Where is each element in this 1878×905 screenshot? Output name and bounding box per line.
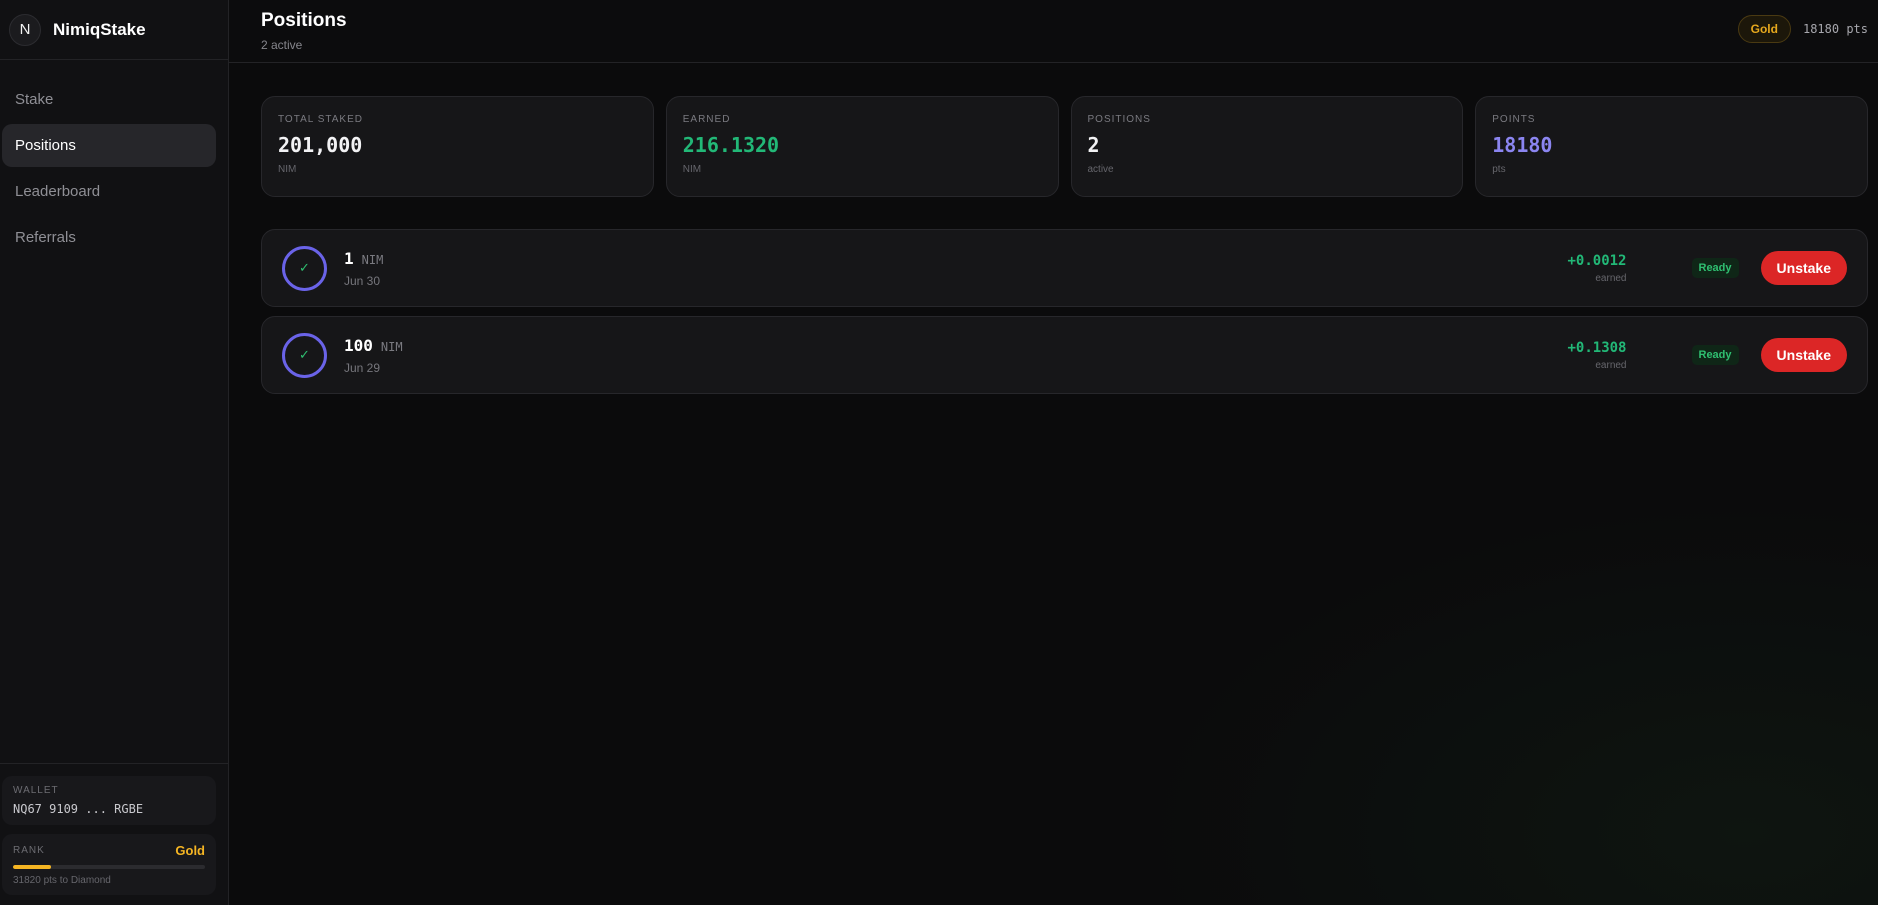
brand[interactable]: N NimiqStake <box>0 0 228 60</box>
topbar: Positions 2 active Gold 18180 pts <box>229 0 1878 63</box>
tier-badge: Gold <box>1737 15 1791 43</box>
unstake-button[interactable]: Unstake <box>1760 338 1847 372</box>
rank-header: RANK Gold <box>13 843 205 858</box>
stat-value: 201,000 <box>278 133 363 157</box>
position-earned: +0.0012 earned <box>1567 253 1626 284</box>
position-row: ✓ 1 NIM Jun 30 +0.0012 earned Ready Unst… <box>261 229 1868 307</box>
stat-unit: NIM <box>682 164 702 175</box>
unstake-button[interactable]: Unstake <box>1760 251 1847 285</box>
sidebar-footer: WALLET NQ67 9109 ... RGBE RANK Gold 3182… <box>0 763 228 905</box>
check-icon: ✓ <box>282 245 327 291</box>
stat-card-earned: EARNED 216.1320 NIM <box>665 96 1059 197</box>
position-earned-value: +0.0012 <box>1567 252 1627 269</box>
page-subtitle: 2 active <box>261 38 303 52</box>
topbar-right: Gold 18180 pts <box>1737 15 1868 43</box>
stat-value: 216.1320 <box>682 133 780 157</box>
wallet-label: WALLET <box>13 785 59 796</box>
sidebar-nav: Stake Positions Leaderboard Referrals <box>0 60 228 259</box>
page-title: Positions <box>261 10 347 31</box>
position-info: 1 NIM Jun 30 <box>344 249 383 288</box>
position-date: Jun 29 <box>344 360 381 375</box>
stat-card-total-staked: TOTAL STAKED 201,000 NIM <box>261 96 654 197</box>
position-unit: NIM <box>380 339 403 354</box>
stat-label: POINTS <box>1492 114 1536 125</box>
position-amount-line: 1 NIM <box>344 249 383 268</box>
stat-label: EARNED <box>682 114 731 125</box>
rank-card: RANK Gold 31820 pts to Diamond <box>2 834 216 895</box>
status-badge: Ready <box>1691 345 1739 365</box>
position-amount: 1 <box>344 248 354 268</box>
main-content: Positions 2 active Gold 18180 pts TOTAL … <box>229 0 1878 905</box>
stat-label: TOTAL STAKED <box>278 114 363 125</box>
position-info: 100 NIM Jun 29 <box>344 336 403 375</box>
sidebar-item-leaderboard[interactable]: Leaderboard <box>2 170 216 213</box>
stat-value: 18180 <box>1492 133 1553 157</box>
rank-label: RANK <box>13 845 45 856</box>
rank-progress-fill <box>13 865 52 869</box>
stats-row: TOTAL STAKED 201,000 NIM EARNED 216.1320… <box>229 63 1878 197</box>
points-readout: 18180 pts <box>1802 22 1868 36</box>
sidebar: N NimiqStake Stake Positions Leaderboard… <box>0 0 229 905</box>
position-amount-line: 100 NIM <box>344 336 403 355</box>
rank-tier: Gold <box>175 843 205 858</box>
position-earned: +0.1308 earned <box>1567 340 1626 371</box>
brand-name: NimiqStake <box>53 19 146 39</box>
sidebar-item-stake[interactable]: Stake <box>2 78 216 121</box>
wallet-address: NQ67 9109 ... RGBE <box>13 802 144 816</box>
position-unit: NIM <box>361 252 384 267</box>
rank-progress-bar <box>13 865 205 869</box>
brand-logo: N <box>9 13 41 46</box>
wallet-card[interactable]: WALLET NQ67 9109 ... RGBE <box>2 776 216 825</box>
check-icon: ✓ <box>282 332 327 378</box>
stat-card-points: POINTS 18180 pts <box>1475 96 1868 197</box>
position-earned-value: +0.1308 <box>1567 339 1627 356</box>
positions-list: ✓ 1 NIM Jun 30 +0.0012 earned Ready Unst… <box>229 197 1878 394</box>
stat-unit: pts <box>1492 164 1506 175</box>
status-badge: Ready <box>1691 258 1739 278</box>
stat-unit: NIM <box>278 164 297 175</box>
position-earned-label: earned <box>1595 272 1627 284</box>
page-heading: Positions 2 active <box>261 10 347 52</box>
position-row: ✓ 100 NIM Jun 29 +0.1308 earned Ready Un… <box>261 316 1868 394</box>
stat-label: POSITIONS <box>1087 114 1151 125</box>
stat-unit: active <box>1087 164 1114 175</box>
position-earned-label: earned <box>1595 359 1627 371</box>
rank-subtext: 31820 pts to Diamond <box>13 875 111 886</box>
stat-value: 2 <box>1087 133 1100 157</box>
sidebar-item-referrals[interactable]: Referrals <box>2 216 216 259</box>
position-amount: 100 <box>344 335 373 355</box>
app-root: N NimiqStake Stake Positions Leaderboard… <box>0 0 1878 905</box>
position-date: Jun 30 <box>344 273 381 288</box>
sidebar-item-positions[interactable]: Positions <box>2 124 216 167</box>
stat-card-positions: POSITIONS 2 active <box>1070 96 1464 197</box>
